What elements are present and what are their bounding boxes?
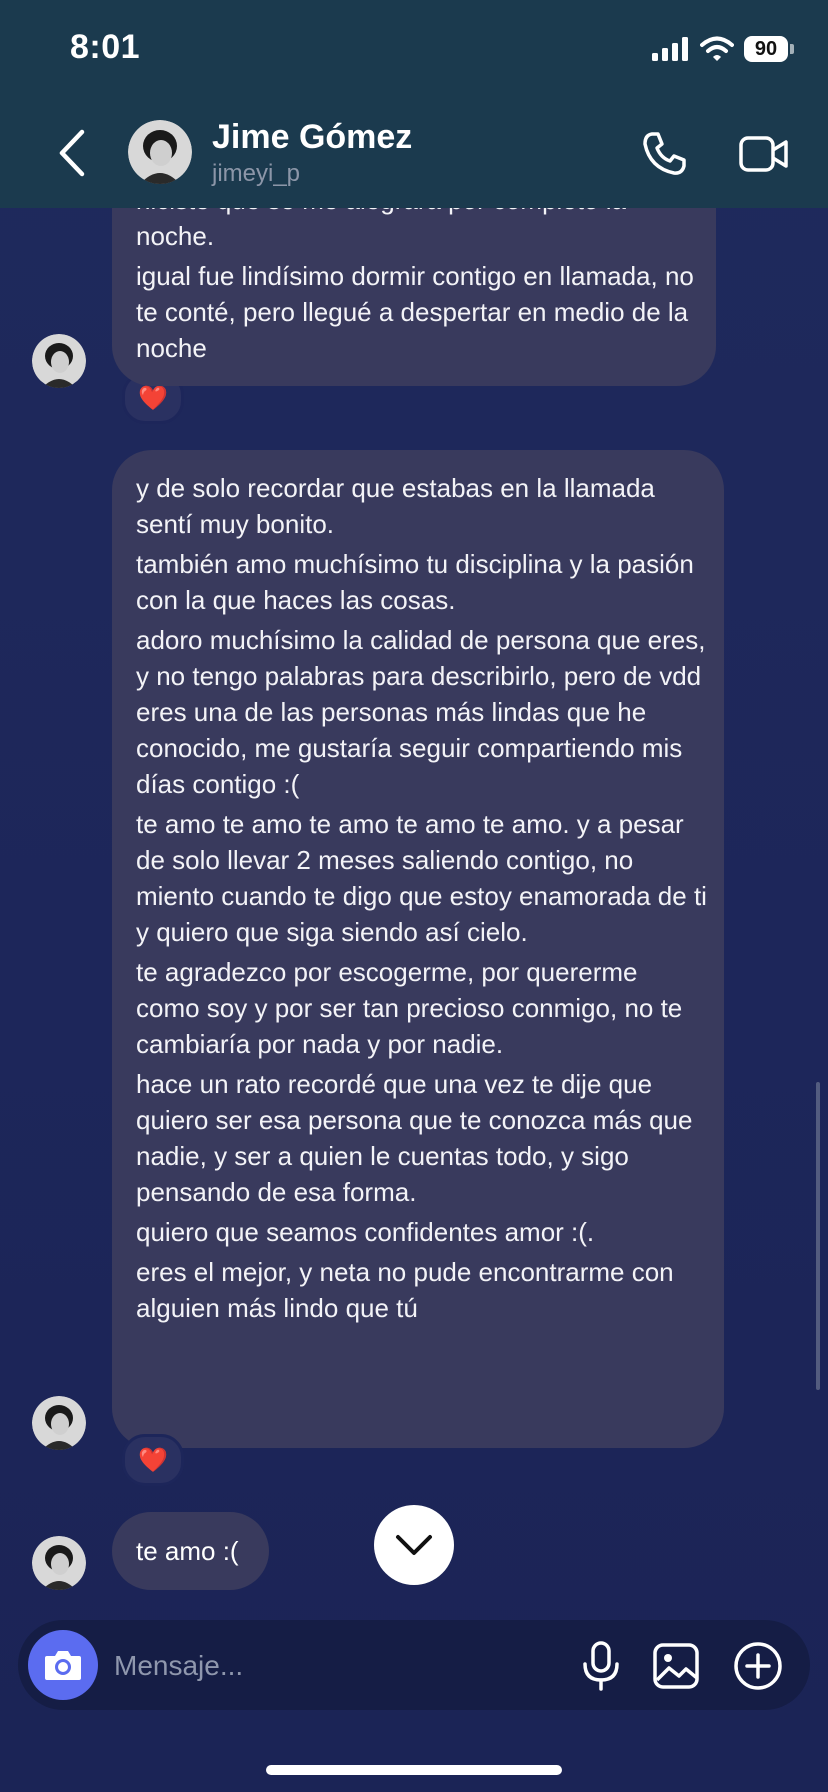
chat-header: 8:01 90 Jime Gómez jimeyi_p bbox=[0, 0, 828, 208]
contact-avatar[interactable] bbox=[32, 1396, 86, 1450]
scrollbar[interactable] bbox=[816, 1082, 820, 1390]
status-icons: 90 bbox=[652, 36, 794, 62]
message-text: también amo muchísimo tu disciplina y la… bbox=[136, 549, 694, 615]
message-text: adoro muchísimo la calidad de persona qu… bbox=[136, 625, 706, 799]
contact-name[interactable]: Jime Gómez bbox=[212, 118, 412, 157]
message-text: te agradezco por escogerme, por quererme… bbox=[136, 957, 683, 1059]
contact-avatar[interactable] bbox=[32, 1536, 86, 1590]
contact-avatar[interactable] bbox=[128, 120, 192, 184]
message-text: noche. bbox=[136, 221, 215, 251]
chevron-down-icon bbox=[396, 1535, 432, 1555]
wifi-icon bbox=[700, 36, 734, 61]
microphone-icon[interactable] bbox=[578, 1640, 624, 1692]
message-composer bbox=[18, 1620, 810, 1710]
message-text: te amo :( bbox=[136, 1535, 239, 1566]
home-indicator[interactable] bbox=[266, 1765, 562, 1775]
heart-icon: ❤️ bbox=[138, 384, 168, 412]
message-text: igual fue lindísimo dormir contigo en ll… bbox=[136, 261, 694, 363]
back-button[interactable] bbox=[52, 128, 92, 178]
contact-username[interactable]: jimeyi_p bbox=[212, 160, 300, 188]
battery-indicator: 90 bbox=[744, 36, 794, 62]
camera-icon bbox=[45, 1651, 81, 1680]
message-text: y de solo recordar que estabas en la lla… bbox=[136, 473, 655, 539]
message-text: eres el mejor, y neta no pude encontrarm… bbox=[136, 1257, 674, 1323]
battery-level: 90 bbox=[744, 36, 788, 62]
heart-icon: ❤️ bbox=[138, 1446, 168, 1474]
message-text: quiero que seamos confidentes amor :(. bbox=[136, 1217, 595, 1247]
message-bubble[interactable]: y de solo recordar que estabas en la lla… bbox=[112, 450, 724, 1448]
image-icon[interactable] bbox=[652, 1642, 700, 1690]
scroll-to-bottom-button[interactable] bbox=[374, 1505, 454, 1585]
message-text: hace un rato recordé que una vez te dije… bbox=[136, 1069, 693, 1207]
contact-avatar[interactable] bbox=[32, 334, 86, 388]
camera-button[interactable] bbox=[28, 1630, 98, 1700]
message-text: te amo te amo te amo te amo te amo. y a … bbox=[136, 809, 707, 947]
message-input[interactable] bbox=[112, 1642, 496, 1690]
video-camera-icon[interactable] bbox=[738, 132, 790, 176]
phone-icon[interactable] bbox=[640, 128, 690, 178]
heart-reaction[interactable]: ❤️ bbox=[122, 1434, 184, 1486]
signal-icon bbox=[652, 37, 688, 61]
plus-circle-icon[interactable] bbox=[732, 1640, 784, 1692]
message-bubble[interactable]: te amo :( bbox=[112, 1512, 269, 1590]
status-time: 8:01 bbox=[70, 28, 141, 66]
